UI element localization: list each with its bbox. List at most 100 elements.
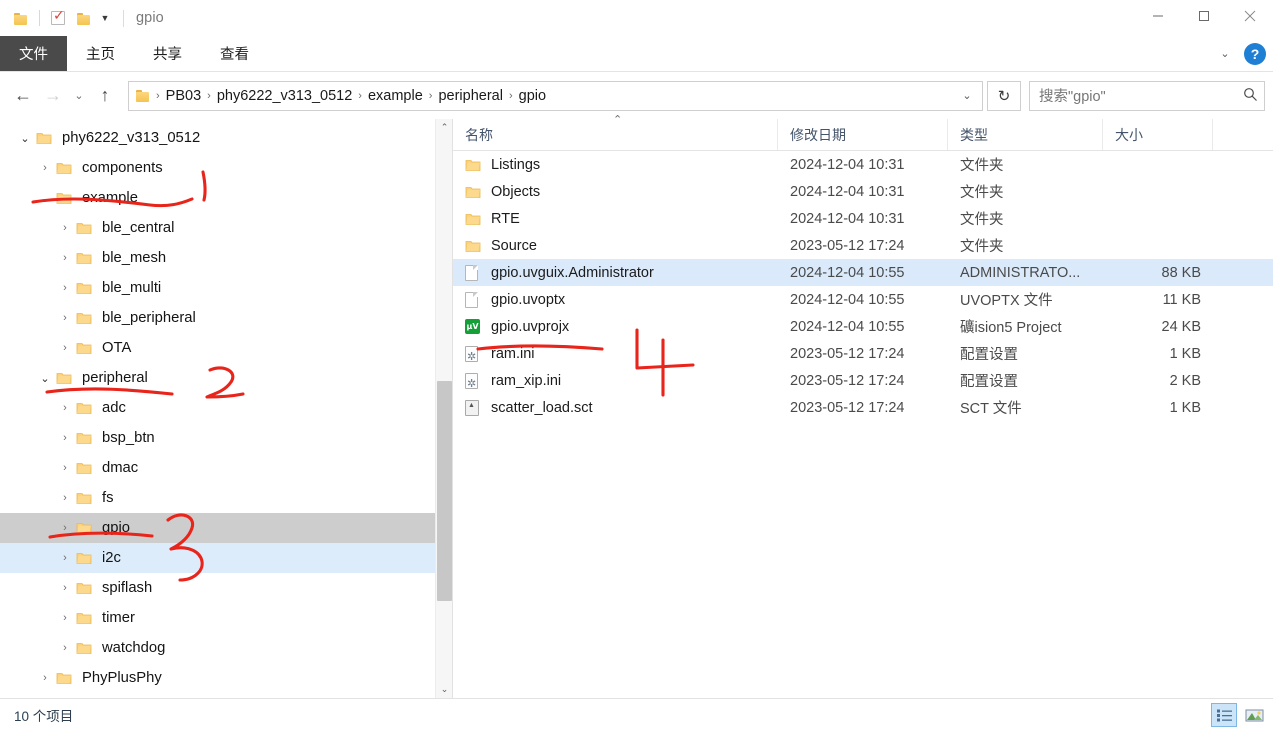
tree-item-phyplusphy[interactable]: › PhyPlusPhy [0,663,452,693]
tree-item-label: components [82,160,163,176]
back-button[interactable]: ← [8,81,38,111]
file-date-cell: 2023-05-12 17:24 [790,345,905,362]
scroll-thumb[interactable] [437,381,452,601]
column-header-type-label: 类型 [960,126,988,143]
large-icons-view-button[interactable] [1241,703,1267,727]
breadcrumb-phy6222[interactable]: phy6222_v313_0512 [213,86,356,106]
tree-item-peripheral[interactable]: ⌄ peripheral [0,363,452,393]
breadcrumb-example[interactable]: example [364,86,427,106]
column-header-name[interactable]: 名称 ⌃ [453,114,778,150]
chevron-down-icon[interactable]: ⌄ [34,183,56,213]
new-folder-icon[interactable] [71,5,97,31]
column-headers: 名称 ⌃ 修改日期 类型 大小 [453,114,1273,151]
tree-item--[interactable]: ... [0,693,452,698]
tree-item-gpio[interactable]: › gpio [0,513,452,543]
tree-item-i2c[interactable]: › i2c [0,543,452,573]
chevron-right-icon[interactable]: › [54,603,76,633]
tab-view[interactable]: 查看 [201,36,268,71]
file-row[interactable]: Objects 2024-12-04 10:31 文件夹 [453,178,1273,205]
tree-item-bsp_btn[interactable]: › bsp_btn [0,423,452,453]
tree-item-watchdog[interactable]: › watchdog [0,633,452,663]
tree-item-ble_peripheral[interactable]: › ble_peripheral [0,303,452,333]
chevron-down-icon[interactable]: ⌄ [34,363,56,393]
column-header-name-label: 名称 [465,126,493,143]
minimize-icon[interactable] [1135,0,1181,32]
file-date-cell: 2023-05-12 17:24 [790,399,905,416]
recent-locations-button[interactable]: ⌄ [68,81,90,111]
close-icon[interactable] [1227,0,1273,32]
tree-item-label: OTA [102,340,132,356]
tree-item-label: ble_central [102,220,175,236]
forward-button[interactable]: → [38,81,68,111]
file-name-label: gpio.uvoptx [491,291,566,308]
file-row[interactable]: RTE 2024-12-04 10:31 文件夹 [453,205,1273,232]
tree-item-example[interactable]: ⌄ example [0,183,452,213]
properties-icon[interactable] [45,5,71,31]
folder-icon [465,185,487,199]
chevron-right-icon[interactable]: › [54,543,76,573]
tab-share[interactable]: 共享 [134,36,201,71]
chevron-right-icon[interactable]: › [54,453,76,483]
maximize-icon[interactable] [1181,0,1227,32]
tree-item-components[interactable]: › components [0,153,452,183]
chevron-right-icon[interactable]: › [34,663,56,693]
chevron-right-icon[interactable]: › [54,273,76,303]
scroll-up-icon[interactable]: ⌃ [436,119,452,136]
chevron-right-icon[interactable]: › [54,423,76,453]
file-row[interactable]: ram_xip.ini 2023-05-12 17:24 配置设置 2 KB [453,367,1273,394]
breadcrumb-peripheral[interactable]: peripheral [434,86,507,106]
help-icon[interactable]: ? [1244,42,1266,65]
tree-item-timer[interactable]: › timer [0,603,452,633]
file-date-cell: 2024-12-04 10:31 [790,183,905,200]
file-row[interactable]: Source 2023-05-12 17:24 文件夹 [453,232,1273,259]
column-header-type[interactable]: 类型 [948,119,1103,150]
tree-item-ble_multi[interactable]: › ble_multi [0,273,452,303]
breadcrumb-pb03[interactable]: PB03 [162,86,205,106]
search-box[interactable]: 搜索"gpio" [1029,80,1265,111]
scroll-down-icon[interactable]: ⌄ [436,681,452,698]
tree-item-spiflash[interactable]: › spiflash [0,573,452,603]
up-button[interactable]: ↑ [90,81,120,111]
chevron-right-icon[interactable]: › [54,393,76,423]
file-row[interactable]: scatter_load.sct 2023-05-12 17:24 SCT 文件 1 … [453,394,1273,421]
tree-item-phy6222_v313_0512[interactable]: ⌄ phy6222_v313_0512 [0,123,452,153]
column-header-size[interactable]: 大小 [1103,119,1213,150]
chevron-right-icon[interactable]: › [54,513,76,543]
chevron-right-icon[interactable]: › [54,573,76,603]
address-dropdown-icon[interactable]: ⌄ [956,89,978,102]
chevron-right-icon[interactable]: › [54,213,76,243]
file-row[interactable]: ram.ini 2023-05-12 17:24 配置设置 1 KB [453,340,1273,367]
file-name-label: gpio.uvprojx [491,318,570,335]
tree-item-ota[interactable]: › OTA [0,333,452,363]
file-type-cell: 文件夹 [960,212,1004,228]
chevron-right-icon[interactable]: › [34,153,56,183]
chevron-right-icon[interactable]: › [54,243,76,273]
column-header-date[interactable]: 修改日期 [778,119,948,150]
search-input[interactable]: 搜索"gpio" [1039,85,1243,106]
chevron-down-icon[interactable]: ⌄ [14,123,36,153]
chevron-right-icon[interactable]: › [54,303,76,333]
breadcrumb-gpio[interactable]: gpio [515,86,550,106]
chevron-right-icon[interactable]: › [54,483,76,513]
tree-scrollbar[interactable]: ⌃ ⌄ [435,119,452,698]
tree-item-ble_mesh[interactable]: › ble_mesh [0,243,452,273]
chevron-right-icon[interactable]: › [54,633,76,663]
tree-item-fs[interactable]: › fs [0,483,452,513]
tree-item-dmac[interactable]: › dmac [0,453,452,483]
file-row[interactable]: µV gpio.uvprojx 2024-12-04 10:55 礦ision5 Pr… [453,313,1273,340]
tree-item-adc[interactable]: › adc [0,393,452,423]
file-row[interactable]: gpio.uvoptx 2024-12-04 10:55 UVOPTX 文件 11 K… [453,286,1273,313]
chevron-right-icon[interactable]: › [54,333,76,363]
address-bar[interactable]: › PB03 › phy6222_v313_0512 › example › p… [128,80,983,111]
tree-item-ble_central[interactable]: › ble_central [0,213,452,243]
chevron-down-icon[interactable]: ⌄ [1212,41,1238,67]
details-view-button[interactable] [1211,703,1237,727]
file-row[interactable]: Listings 2024-12-04 10:31 文件夹 [453,151,1273,178]
refresh-button[interactable]: ↻ [987,80,1021,111]
customize-caret-icon[interactable]: ▼ [97,10,113,26]
folder-icon[interactable] [8,5,34,31]
tab-home[interactable]: 主页 [67,36,134,71]
file-row[interactable]: gpio.uvguix.Administrator 2024-12-04 10:5… [453,259,1273,286]
tab-file[interactable]: 文件 [0,36,67,71]
file-type-cell: 礦ision5 Project [960,320,1062,336]
